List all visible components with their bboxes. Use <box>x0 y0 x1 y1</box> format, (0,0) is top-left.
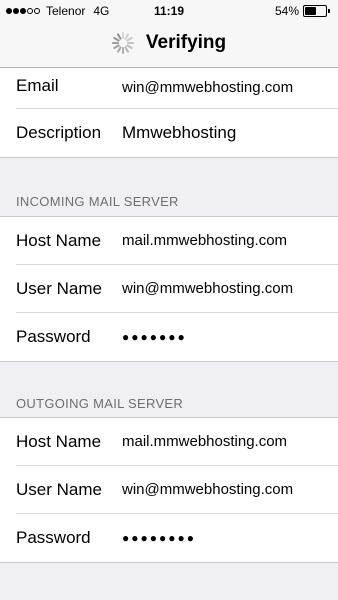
incoming-password-field[interactable]: ●●●●●●● <box>122 313 187 361</box>
outgoing-host-label: Host Name <box>16 432 102 451</box>
battery-fill <box>305 7 316 15</box>
outgoing-server-group: Host Name mail.mmwebhosting.com User Nam… <box>0 417 338 563</box>
outgoing-host-field[interactable]: mail.mmwebhosting.com <box>122 418 287 466</box>
outgoing-password-label: Password <box>16 528 91 547</box>
incoming-host-label: Host Name <box>16 231 102 250</box>
incoming-section-header: INCOMING MAIL SERVER <box>16 194 179 209</box>
outgoing-password-field[interactable]: ●●●●●●●● <box>122 514 196 562</box>
account-group: Email win@mmwebhosting.com Description M… <box>0 68 338 158</box>
description-row[interactable]: Description Mmwebhosting <box>0 109 338 157</box>
incoming-password-label: Password <box>16 327 91 346</box>
spinner-spoke <box>113 44 120 49</box>
spinner-spoke <box>116 33 122 40</box>
incoming-username-label: User Name <box>16 279 102 298</box>
spinner-spoke <box>124 33 129 40</box>
incoming-host-field[interactable]: mail.mmwebhosting.com <box>122 217 287 265</box>
spinner-spoke <box>126 44 133 49</box>
incoming-username-field[interactable]: win@mmwebhosting.com <box>122 265 293 313</box>
status-bar-right: 54% <box>275 4 330 18</box>
battery-icon <box>303 5 327 17</box>
status-bar: Telenor 4G 11:19 54% <box>0 0 338 22</box>
outgoing-username-row[interactable]: User Name win@mmwebhosting.com <box>0 466 338 514</box>
outgoing-username-field[interactable]: win@mmwebhosting.com <box>122 466 293 514</box>
incoming-host-row[interactable]: Host Name mail.mmwebhosting.com <box>0 217 338 265</box>
email-field[interactable]: win@mmwebhosting.com <box>122 68 293 108</box>
spinner-spoke <box>113 37 120 42</box>
outgoing-password-row[interactable]: Password ●●●●●●●● <box>0 514 338 562</box>
battery-percent: 54% <box>274 4 299 18</box>
email-label: Email <box>16 76 59 95</box>
incoming-server-group: Host Name mail.mmwebhosting.com User Nam… <box>0 216 338 362</box>
spinner-spoke <box>116 46 122 53</box>
outgoing-host-row[interactable]: Host Name mail.mmwebhosting.com <box>0 418 338 466</box>
incoming-username-row[interactable]: User Name win@mmwebhosting.com <box>0 265 338 313</box>
navigation-bar: Verifying <box>0 22 338 68</box>
spinner-spoke <box>126 37 133 42</box>
page-title: Verifying <box>145 32 227 53</box>
spinner-spoke <box>124 46 129 53</box>
incoming-password-row[interactable]: Password ●●●●●●● <box>0 313 338 361</box>
description-field[interactable]: Mmwebhosting <box>122 109 236 157</box>
outgoing-username-label: User Name <box>16 480 102 499</box>
outgoing-section-header: OUTGOING MAIL SERVER <box>16 396 184 411</box>
activity-spinner-icon <box>111 32 134 54</box>
battery-cap <box>328 9 330 13</box>
description-label: Description <box>16 123 102 142</box>
email-row[interactable]: Email win@mmwebhosting.com <box>0 68 338 109</box>
